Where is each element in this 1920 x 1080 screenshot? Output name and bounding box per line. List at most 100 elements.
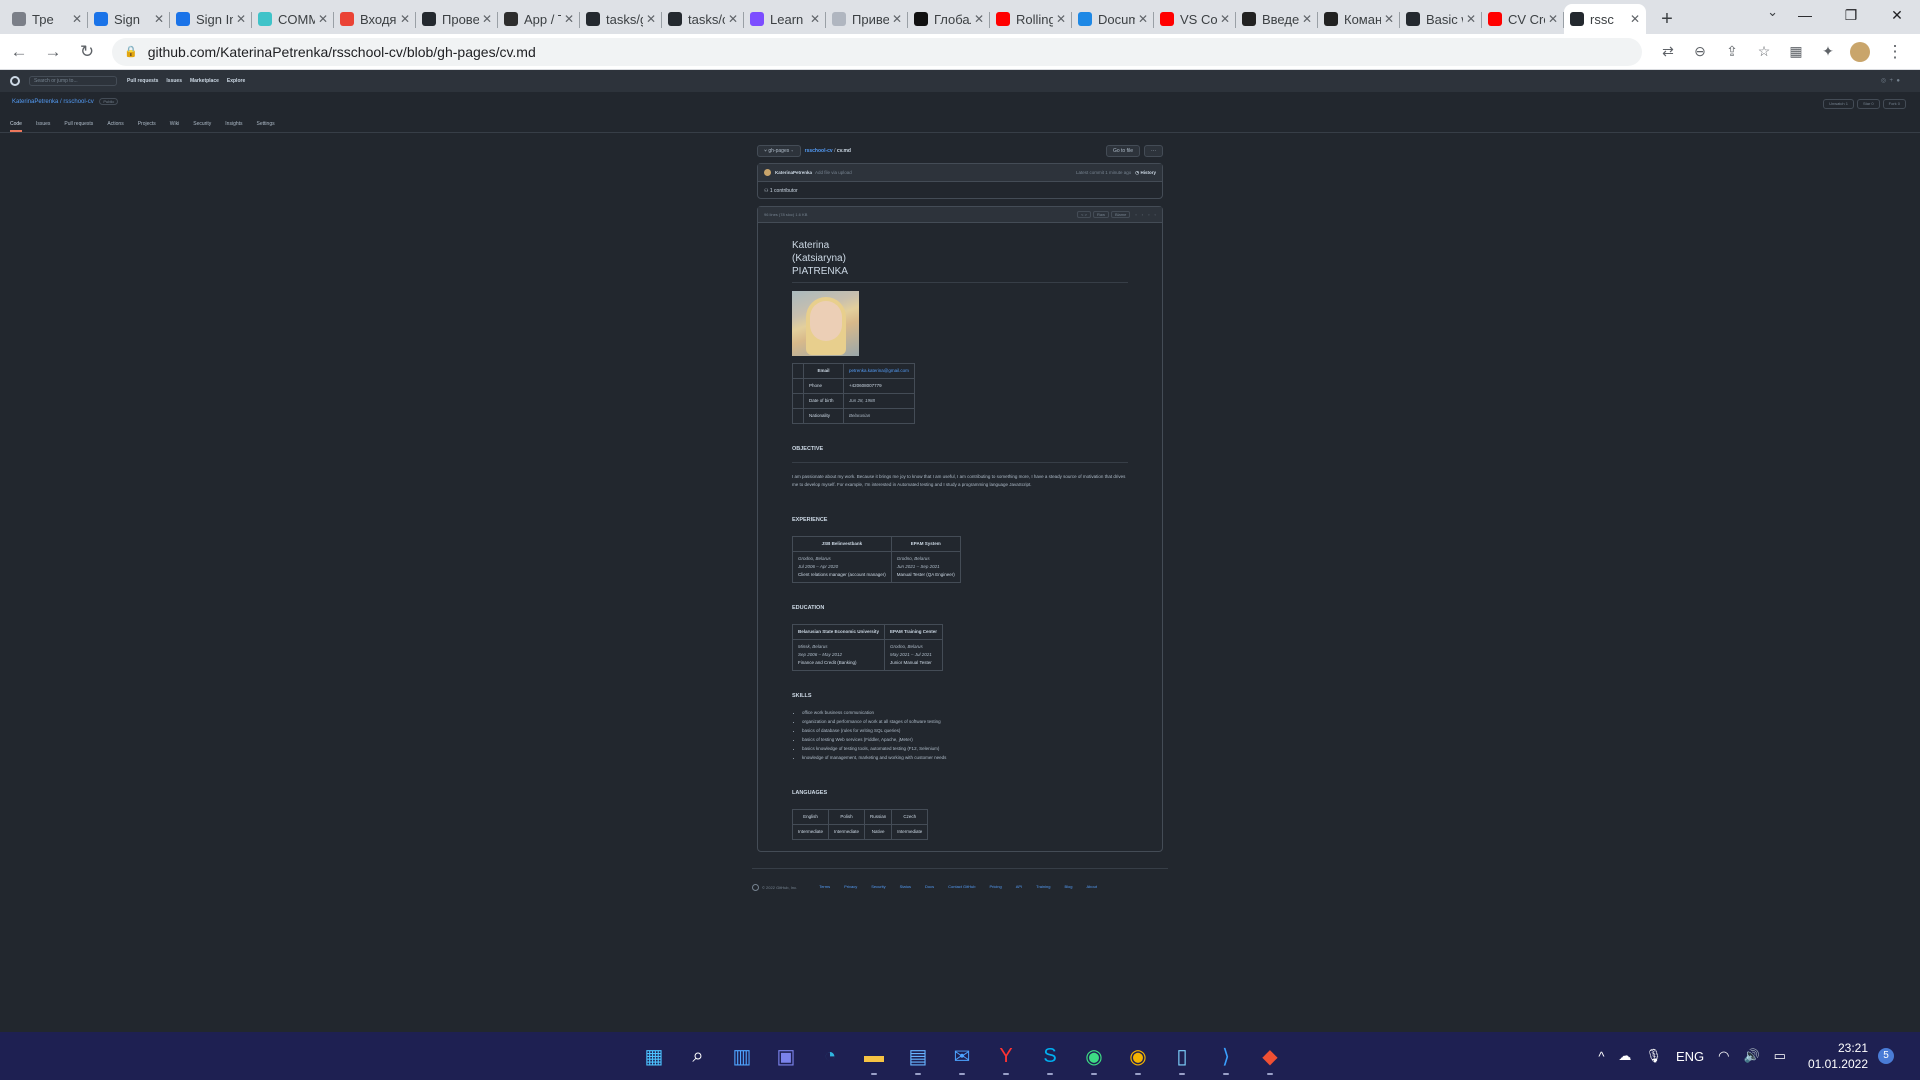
new-tab-button[interactable]: + bbox=[1652, 4, 1682, 34]
contact-value[interactable]: petrenka.katerina@gmail.com bbox=[843, 363, 915, 379]
browser-tab[interactable]: tasks/g✕ bbox=[580, 4, 662, 34]
browser-tab[interactable]: COMM ✕ bbox=[252, 4, 334, 34]
browser-tab[interactable]: Learn G✕ bbox=[744, 4, 826, 34]
browser-tab[interactable]: App / T✕ bbox=[498, 4, 580, 34]
file-view-button[interactable]: < > bbox=[1077, 211, 1091, 218]
vscode-icon[interactable]: ⟩ bbox=[1210, 1040, 1242, 1075]
file-view-button[interactable]: Raw bbox=[1092, 211, 1109, 218]
repo-tab[interactable]: Projects bbox=[138, 121, 156, 132]
repo-action-button[interactable]: Unwatch 1 bbox=[1823, 99, 1854, 109]
browser-tab[interactable]: tasks/c ✕ bbox=[662, 4, 744, 34]
tab-close-icon[interactable]: ✕ bbox=[1630, 12, 1640, 26]
tab-close-icon[interactable]: ✕ bbox=[728, 12, 738, 26]
mail-icon[interactable]: ✉ bbox=[946, 1040, 978, 1075]
repo-name-link[interactable]: KaterinaPetrenka / rsschool-cv bbox=[12, 99, 94, 105]
repo-tab[interactable]: Issues bbox=[36, 121, 50, 132]
widgets-icon[interactable]: ▥ bbox=[726, 1040, 758, 1072]
edge-icon[interactable]: ◔ bbox=[814, 1040, 846, 1072]
extensions-puzzle-icon[interactable]: ✦ bbox=[1812, 43, 1844, 60]
tab-close-icon[interactable]: ✕ bbox=[482, 12, 492, 26]
tab-close-icon[interactable]: ✕ bbox=[154, 12, 164, 26]
footer-link[interactable]: Docs bbox=[925, 884, 934, 891]
url-field[interactable]: 🔒 github.com/KaterinaPetrenka/rsschool-c… bbox=[112, 37, 1642, 66]
tab-close-icon[interactable]: ✕ bbox=[1056, 12, 1066, 26]
edit-icon[interactable]: ▫ bbox=[1142, 212, 1143, 217]
restore-button[interactable]: ❐ bbox=[1828, 0, 1874, 32]
extension-icon[interactable]: ▦ bbox=[1780, 43, 1812, 60]
repo-tab[interactable]: Actions bbox=[107, 121, 123, 132]
chrome-profile-icon[interactable]: ◉ bbox=[1122, 1040, 1154, 1075]
tab-close-icon[interactable]: ✕ bbox=[646, 12, 656, 26]
footer-link[interactable]: API bbox=[1016, 884, 1022, 891]
tab-close-icon[interactable]: ✕ bbox=[1466, 12, 1476, 26]
user-menu-icon[interactable]: ● bbox=[1896, 78, 1900, 84]
wifi-icon[interactable]: ◠ bbox=[1718, 1048, 1729, 1064]
browser-tab[interactable]: Команд✕ bbox=[1318, 4, 1400, 34]
close-window-button[interactable]: ✕ bbox=[1874, 0, 1920, 32]
file-explorer-icon[interactable]: ▬ bbox=[858, 1040, 890, 1075]
cloud-icon[interactable]: ☁ bbox=[1618, 1048, 1631, 1064]
store-icon[interactable]: ▤ bbox=[902, 1040, 934, 1075]
github-nav-link[interactable]: Marketplace bbox=[190, 78, 219, 84]
tab-close-icon[interactable]: ✕ bbox=[564, 12, 574, 26]
footer-link[interactable]: Terms bbox=[819, 884, 830, 891]
browser-tab[interactable]: VS Cod✕ bbox=[1154, 4, 1236, 34]
github-search-input[interactable]: Search or jump to... bbox=[29, 76, 117, 86]
contributors[interactable]: ⚇ 1 contributor bbox=[758, 182, 1162, 199]
tab-close-icon[interactable]: ✕ bbox=[1384, 12, 1394, 26]
tab-close-icon[interactable]: ✕ bbox=[236, 12, 246, 26]
reload-icon[interactable]: ↻ bbox=[72, 42, 102, 62]
browser-tab[interactable]: Docum ✕ bbox=[1072, 4, 1154, 34]
browser-tab[interactable]: Глобал✕ bbox=[908, 4, 990, 34]
notepad-icon[interactable]: ▯ bbox=[1166, 1040, 1198, 1075]
share-icon[interactable]: ⇪ bbox=[1716, 43, 1748, 60]
teams-icon[interactable]: ▣ bbox=[770, 1040, 802, 1072]
browser-tab[interactable]: Провер✕ bbox=[416, 4, 498, 34]
tab-close-icon[interactable]: ✕ bbox=[72, 12, 82, 26]
tab-close-icon[interactable]: ✕ bbox=[892, 12, 902, 26]
tab-close-icon[interactable]: ✕ bbox=[974, 12, 984, 26]
translate-icon[interactable]: ⇄ bbox=[1652, 43, 1684, 60]
language-indicator[interactable]: ENG bbox=[1676, 1049, 1704, 1064]
lock-icon[interactable]: 🔒 bbox=[124, 45, 138, 58]
more-options-button[interactable]: ··· bbox=[1144, 145, 1163, 157]
footer-link[interactable]: Security bbox=[871, 884, 885, 891]
forward-icon[interactable]: → bbox=[38, 42, 68, 62]
search-icon[interactable]: ⌕ bbox=[682, 1040, 714, 1072]
browser-tab[interactable]: Тре ✕ bbox=[6, 4, 88, 34]
repo-action-button[interactable]: Star 0 bbox=[1856, 99, 1880, 109]
footer-link[interactable]: Training bbox=[1036, 884, 1050, 891]
browser-tab[interactable]: Sign ✕ bbox=[88, 4, 170, 34]
notifications-icon[interactable]: ◎ bbox=[1881, 78, 1886, 84]
browser-tab[interactable]: Входящ✕ bbox=[334, 4, 416, 34]
repo-tab[interactable]: Wiki bbox=[170, 121, 179, 132]
chrome-icon[interactable]: ◉ bbox=[1078, 1040, 1110, 1075]
git-icon[interactable]: ◆ bbox=[1254, 1040, 1286, 1075]
repo-tab[interactable]: Pull requests bbox=[64, 121, 93, 132]
history-link[interactable]: ◷ History bbox=[1135, 170, 1156, 176]
tab-close-icon[interactable]: ✕ bbox=[400, 12, 410, 26]
go-to-file-button[interactable]: Go to file bbox=[1105, 145, 1140, 157]
minimize-button[interactable]: — bbox=[1782, 0, 1828, 32]
tab-close-icon[interactable]: ✕ bbox=[1220, 12, 1230, 26]
github-nav-link[interactable]: Explore bbox=[227, 78, 245, 84]
github-nav-link[interactable]: Issues bbox=[166, 78, 182, 84]
repo-tab[interactable]: Code bbox=[10, 121, 22, 132]
breadcrumb-repo[interactable]: rsschool-cv bbox=[805, 148, 833, 154]
delete-icon[interactable]: ▫ bbox=[1155, 212, 1156, 217]
pencil-icon[interactable]: ▫ bbox=[1148, 212, 1149, 217]
github-logo-icon[interactable] bbox=[10, 76, 20, 86]
footer-link[interactable]: About bbox=[1087, 884, 1097, 891]
repo-action-button[interactable]: Fork 0 bbox=[1882, 99, 1906, 109]
browser-tab[interactable]: CV Cro✕ bbox=[1482, 4, 1564, 34]
commit-author[interactable]: KaterinaPetrenka bbox=[775, 170, 812, 175]
tray-overflow-icon[interactable]: ^ bbox=[1598, 1049, 1604, 1064]
windows-start-icon[interactable]: ▦ bbox=[638, 1040, 670, 1072]
volume-icon[interactable]: 🔊 bbox=[1743, 1048, 1759, 1064]
skype-icon[interactable]: S bbox=[1034, 1040, 1066, 1075]
tab-close-icon[interactable]: ✕ bbox=[810, 12, 820, 26]
repo-tab[interactable]: Settings bbox=[257, 121, 275, 132]
browser-tab[interactable]: Sign In ✕ bbox=[170, 4, 252, 34]
microphone-icon[interactable]: 🎙 bbox=[1645, 1048, 1662, 1064]
footer-link[interactable]: Privacy bbox=[844, 884, 857, 891]
